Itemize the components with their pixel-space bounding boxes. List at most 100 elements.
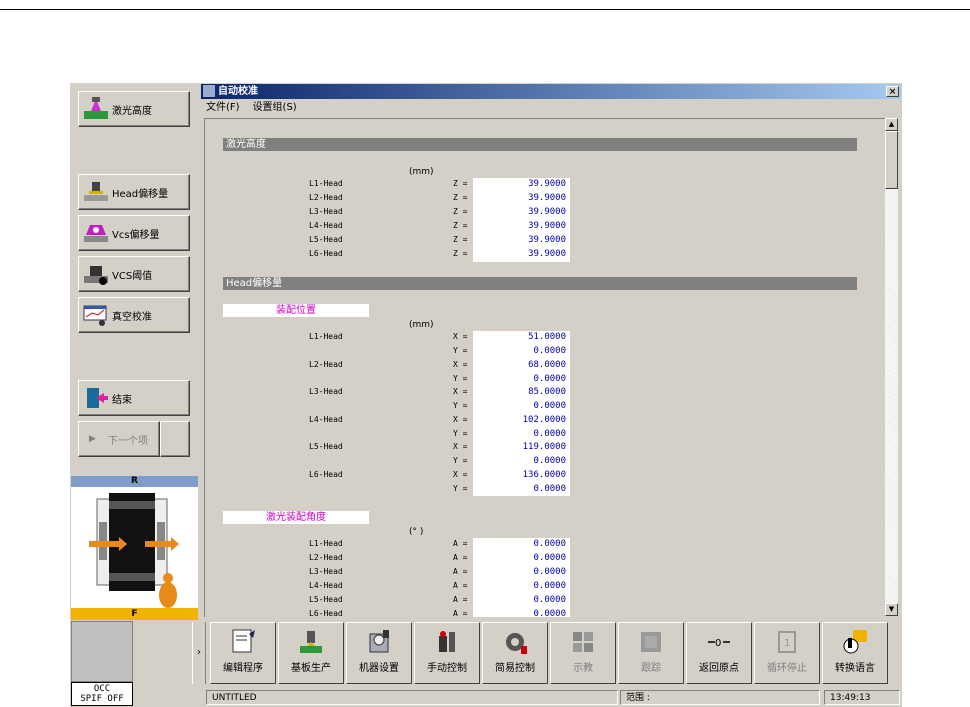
y-value-field[interactable]: 0.0000: [473, 484, 566, 494]
toolbar-button-production[interactable]: 基板生产: [278, 622, 344, 684]
x-value-field[interactable]: 51.0000: [473, 332, 566, 342]
svg-text:0: 0: [715, 638, 721, 649]
a-value-field[interactable]: 0.0000: [473, 609, 566, 617]
x-value-field[interactable]: 102.0000: [473, 415, 566, 425]
top-divider-line: [0, 9, 970, 10]
vacuum-calibration-icon: [82, 303, 110, 327]
axis-label: Y =: [453, 401, 468, 410]
axis-label: Z =: [453, 221, 468, 230]
z-value-field[interactable]: 39.9000: [473, 179, 566, 189]
head-label: L3-Head: [309, 387, 343, 396]
next-item-label: 下一个项: [107, 435, 148, 447]
vertical-scrollbar[interactable]: ▲ ▼: [885, 118, 898, 616]
a-value-field[interactable]: 0.0000: [473, 553, 566, 563]
toolbar-button-machine-setup[interactable]: 机器设置: [346, 622, 412, 684]
vcs-threshold-label: VCS阈值: [112, 270, 153, 282]
x-value-field[interactable]: 85.0000: [473, 387, 566, 397]
y-value-field[interactable]: 0.0000: [473, 429, 566, 439]
menu-settings-group[interactable]: 设置组(S): [253, 102, 297, 113]
a-value-field[interactable]: 0.0000: [473, 539, 566, 549]
x-value-field[interactable]: 68.0000: [473, 360, 566, 370]
toolbar-expand-button[interactable]: ›: [192, 622, 206, 684]
exit-label: 结束: [112, 394, 132, 406]
status-file-name: UNTITLED: [206, 690, 618, 705]
next-item-extra-button[interactable]: [160, 421, 190, 457]
section-laser-height: 激光高度: [223, 138, 857, 151]
y-value-field[interactable]: 0.0000: [473, 456, 566, 466]
head-label: L5-Head: [309, 442, 343, 451]
head-label: L3-Head: [309, 207, 343, 216]
vcs-threshold-icon: [82, 262, 110, 286]
axis-label: Z =: [453, 179, 468, 188]
status-time: 13:49:13: [824, 690, 900, 705]
head-offset-icon: [82, 180, 110, 204]
axis-label: Y =: [453, 373, 468, 383]
machine-view: R F: [71, 476, 198, 620]
return-origin-icon: 0: [705, 628, 733, 656]
a-value-field[interactable]: 0.0000: [473, 595, 566, 605]
toolbar-button-label: 机器设置: [359, 663, 399, 674]
scroll-down-button[interactable]: ▼: [885, 603, 898, 616]
head-label: L6-Head: [309, 609, 343, 617]
head-label: L1-Head: [309, 332, 343, 341]
vcs-offset-button[interactable]: Vcs偏移量: [78, 215, 190, 251]
occ-status: OCC SPIF OFF: [71, 682, 133, 706]
exit-button[interactable]: 结束: [78, 380, 190, 416]
scroll-thumb[interactable]: [885, 131, 898, 189]
x-value-field[interactable]: 136.0000: [473, 470, 566, 480]
vcs-threshold-button[interactable]: VCS阈值: [78, 256, 190, 292]
laser-height-button[interactable]: 激光高度: [78, 91, 190, 127]
toolbar-button-simple-control[interactable]: 简易控制: [482, 622, 548, 684]
toolbar-button-label: 返回原点: [699, 663, 739, 674]
toolbar-button-label: 手动控制: [427, 663, 467, 674]
trace-icon: [637, 628, 665, 656]
axis-label: Y =: [453, 483, 468, 493]
toolbar-button-return-origin[interactable]: 0 返回原点: [686, 622, 752, 684]
toolbar-button-manual-control[interactable]: 手动控制: [414, 622, 480, 684]
y-value-field[interactable]: 0.0000: [473, 374, 566, 384]
head-label: L2-Head: [309, 553, 343, 562]
axis-label: Z =: [453, 193, 468, 202]
x-value-field[interactable]: 119.0000: [473, 442, 566, 452]
a-value-field[interactable]: 0.0000: [473, 567, 566, 577]
axis-label: X =: [453, 387, 468, 396]
toolbar-button-label: 跟踪: [641, 663, 661, 674]
toolbar-button-change-language[interactable]: 转换语言: [822, 622, 888, 684]
window-title: 自动校准: [218, 86, 258, 97]
y-value-field[interactable]: 0.0000: [473, 346, 566, 356]
edit-program-icon: [229, 628, 257, 656]
head-label: L2-Head: [309, 359, 343, 369]
z-value-field[interactable]: 39.9000: [473, 193, 566, 203]
machine-diagram: [89, 493, 179, 608]
axis-label: A =: [453, 609, 468, 617]
status-indicator-panel: [71, 621, 133, 682]
toolbar-button-edit-program[interactable]: 编辑程序: [210, 622, 276, 684]
toolbar-button-trace[interactable]: 跟踪: [618, 622, 684, 684]
axis-label: A =: [453, 581, 468, 590]
axis-label: Z =: [453, 235, 468, 244]
axis-label: A =: [453, 595, 468, 604]
toolbar-button-teach[interactable]: 示教: [550, 622, 616, 684]
z-value-field[interactable]: 39.9000: [473, 249, 566, 259]
head-label: L6-Head: [309, 249, 343, 258]
z-value-field[interactable]: 39.9000: [473, 221, 566, 231]
menu-file[interactable]: 文件(F): [206, 102, 240, 113]
status-range: 范围 :: [620, 690, 820, 705]
z-value-field[interactable]: 39.9000: [473, 235, 566, 245]
next-item-button[interactable]: ▶ 下一个项: [78, 421, 160, 457]
z-value-field[interactable]: 39.9000: [473, 207, 566, 217]
vacuum-calibration-button[interactable]: 真空校准: [78, 297, 190, 333]
toolbar-button-label: 循环停止: [767, 663, 807, 674]
front-label: F: [71, 608, 198, 620]
head-offset-button[interactable]: Head偏移量: [78, 174, 190, 210]
axis-label: X =: [453, 414, 468, 424]
axis-label: A =: [453, 567, 468, 576]
toolbar-button-cycle-stop[interactable]: 1 循环停止: [754, 622, 820, 684]
window-close-button[interactable]: ×: [886, 86, 899, 97]
production-icon: [297, 628, 325, 656]
head-offset-unit: (mm): [409, 320, 434, 330]
y-value-field[interactable]: 0.0000: [473, 401, 566, 411]
scroll-up-button[interactable]: ▲: [885, 118, 898, 131]
a-value-field[interactable]: 0.0000: [473, 581, 566, 591]
laser-height-unit: (mm): [409, 167, 434, 177]
